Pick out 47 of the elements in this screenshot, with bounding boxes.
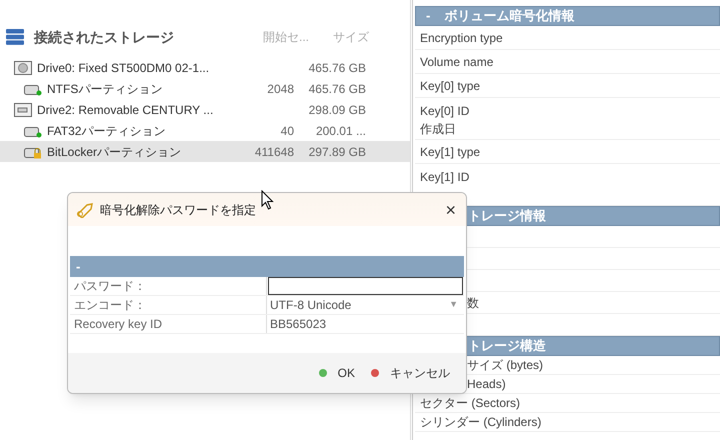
dialog-button[interactable]: キャンセル bbox=[371, 364, 450, 382]
field-label: Recovery key ID bbox=[70, 315, 267, 333]
storage-row[interactable]: NTFSパーティション 2048 465.76 GB bbox=[0, 78, 410, 99]
property-label: セクター (Sectors) bbox=[420, 395, 522, 412]
dialog-button[interactable]: OK bbox=[318, 364, 355, 382]
property-label: Key[1] ID bbox=[420, 169, 470, 186]
storage-size: 465.76 GB bbox=[308, 80, 367, 98]
storage-size: 297.89 GB bbox=[308, 144, 367, 160]
property-label: Encryption type bbox=[420, 30, 504, 46]
start-sector: 411648 bbox=[254, 144, 294, 160]
section-title: ボリューム暗号化情報 bbox=[444, 7, 574, 26]
property-label: Heads) bbox=[467, 376, 507, 393]
storage-name: NTFSパーティション bbox=[47, 80, 164, 98]
password-field[interactable] bbox=[268, 277, 463, 295]
storage-stack-icon bbox=[6, 29, 24, 45]
property-label: Key[0] ID bbox=[420, 103, 470, 120]
encoding-dropdown[interactable]: UTF-8 Unicode ▼ bbox=[267, 296, 464, 314]
field-label: エンコード： bbox=[70, 296, 267, 314]
panel-title: 接続されたストレージ bbox=[34, 28, 175, 46]
storage-row[interactable]: Drive2: Removable CENTURY ... 298.09 GB bbox=[0, 99, 410, 120]
section-title: トレージ情報 bbox=[468, 207, 546, 226]
property-label: Volume name bbox=[420, 54, 494, 70]
start-sector: 40 bbox=[280, 122, 294, 140]
field-label: パスワード： bbox=[70, 277, 267, 295]
dialog-title: 暗号化解除パスワードを指定 bbox=[100, 202, 257, 218]
storage-name: Drive2: Removable CENTURY ... bbox=[37, 102, 214, 118]
key-icon bbox=[76, 202, 94, 218]
hard-drive-icon bbox=[14, 60, 32, 74]
storage-size: 465.76 GB bbox=[308, 60, 367, 76]
removable-drive-icon bbox=[14, 102, 32, 116]
field-value: BB565023 bbox=[269, 316, 328, 333]
storage-name: FAT32パーティション bbox=[47, 122, 166, 140]
storage-size: 200.01 ... bbox=[314, 122, 367, 140]
storage-row[interactable]: BitLockerパーティション 411648 297.89 GB bbox=[0, 141, 410, 162]
section-title: トレージ構造 bbox=[468, 337, 546, 356]
storage-name: Drive0: Fixed ST500DM0 02-1... bbox=[37, 60, 210, 76]
storage-name: BitLockerパーティション bbox=[47, 144, 182, 160]
storage-row[interactable]: FAT32パーティション 40 200.01 ... bbox=[0, 120, 410, 141]
property-label: Key[1] type bbox=[420, 144, 482, 160]
property-label: サイズ (bytes) bbox=[467, 357, 544, 374]
storage-size: 298.09 GB bbox=[308, 102, 367, 118]
property-label: Key[0] type bbox=[420, 78, 482, 94]
property-label: シリンダー (Cylinders) bbox=[420, 414, 542, 431]
storage-row[interactable]: Drive0: Fixed ST500DM0 02-1... 465.76 GB bbox=[0, 57, 410, 78]
property-label: 作成日 bbox=[420, 121, 457, 138]
property-label: 数 bbox=[467, 294, 480, 312]
start-sector: 2048 bbox=[267, 80, 294, 98]
